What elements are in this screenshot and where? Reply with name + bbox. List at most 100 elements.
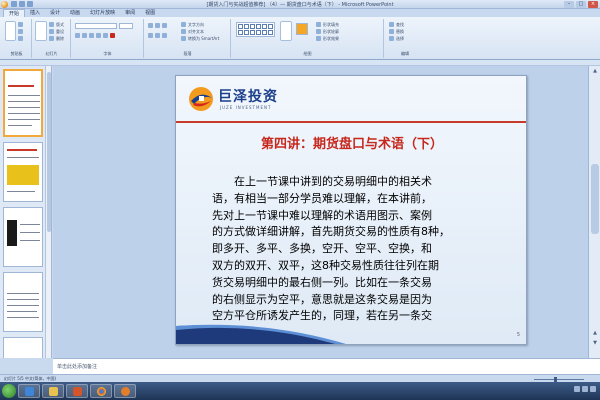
shape-icon[interactable]: [268, 30, 273, 35]
taskbar-folder-button[interactable]: [42, 384, 64, 398]
shape-effects-button[interactable]: 形状效果: [316, 36, 339, 41]
body-line: 双方的双开、双平，这8种交易性质往往列在期: [212, 258, 439, 272]
shape-icon[interactable]: [256, 24, 261, 29]
find-button[interactable]: 查找: [389, 22, 404, 27]
text-direction-button[interactable]: 文字方向: [181, 22, 204, 27]
prev-slide-icon[interactable]: ▲: [591, 330, 599, 338]
align-center-icon[interactable]: [155, 33, 160, 38]
smartart-button[interactable]: 转换为 SmartArt: [181, 36, 219, 41]
slide-canvas[interactable]: 巨泽投资 JUZE INVESTMENT 第四讲：期货盘口与术语（下） 在上一节…: [175, 75, 527, 345]
shape-fill-label: 形状填充: [323, 21, 339, 27]
reset-label: 重设: [56, 28, 64, 34]
font-name-select[interactable]: [75, 23, 117, 29]
tab-design[interactable]: 设计: [45, 9, 65, 17]
thumb-text-line: [8, 113, 40, 114]
slide-thumbnail[interactable]: [3, 69, 43, 137]
tab-insert[interactable]: 插入: [25, 9, 45, 17]
quick-styles-button[interactable]: [296, 23, 308, 35]
cut-button[interactable]: [18, 22, 23, 27]
maximize-button[interactable]: □: [576, 1, 586, 8]
body-line: 语，有相当一部分学员难以理解，在本讲前，: [212, 191, 432, 205]
shape-icon[interactable]: [244, 24, 249, 29]
scroll-up-icon[interactable]: ▲: [591, 68, 599, 76]
italic-icon[interactable]: [82, 33, 87, 38]
slide-page-number: 5: [516, 332, 520, 338]
bullets-icon[interactable]: [148, 23, 153, 28]
shape-icon[interactable]: [262, 30, 267, 35]
indent-icon[interactable]: [162, 23, 167, 28]
next-slide-icon[interactable]: ▼: [591, 340, 599, 348]
font-color-icon[interactable]: [110, 33, 115, 38]
align-left-icon[interactable]: [148, 33, 153, 38]
slide-title[interactable]: 第四讲：期货盘口与术语（下）: [176, 133, 526, 152]
shape-fill-button[interactable]: 形状填充: [316, 22, 339, 27]
tray-icon[interactable]: [574, 386, 580, 392]
start-orb-icon[interactable]: [2, 384, 16, 398]
align-text-button[interactable]: 对齐文本: [181, 29, 204, 34]
shapes-gallery[interactable]: [236, 22, 275, 37]
taskbar-chrome-button[interactable]: [90, 384, 112, 398]
office-button-icon[interactable]: [1, 1, 8, 8]
find-label: 查找: [396, 21, 404, 27]
tab-review[interactable]: 审阅: [120, 9, 140, 17]
close-button[interactable]: ×: [588, 1, 598, 8]
tab-home[interactable]: 开始: [3, 9, 26, 17]
font-size-select[interactable]: [119, 23, 133, 29]
tray-icon[interactable]: [590, 386, 596, 392]
shape-icon[interactable]: [238, 24, 243, 29]
taskbar-ie-button[interactable]: [18, 384, 40, 398]
shape-icon[interactable]: [244, 30, 249, 35]
workspace-scroll-thumb[interactable]: [591, 164, 599, 234]
numbering-icon[interactable]: [155, 23, 160, 28]
tray-icon[interactable]: [582, 386, 588, 392]
binoculars-icon: [389, 22, 394, 27]
tab-view[interactable]: 视图: [140, 9, 160, 17]
minimize-button[interactable]: –: [564, 1, 574, 8]
bold-icon[interactable]: [75, 33, 80, 38]
strikethrough-icon[interactable]: [96, 33, 101, 38]
shape-icon[interactable]: [238, 30, 243, 35]
shape-icon[interactable]: [268, 24, 273, 29]
notes-pane[interactable]: 单击此处添加备注: [53, 358, 600, 374]
tab-slideshow[interactable]: 幻灯片放映: [85, 9, 120, 17]
new-slide-button[interactable]: [35, 21, 47, 41]
align-text-label: 对齐文本: [188, 28, 204, 34]
workspace-scrollbar[interactable]: ▲ ▲ ▼: [588, 66, 600, 358]
select-button[interactable]: 选择: [389, 36, 404, 41]
shape-icon[interactable]: [262, 24, 267, 29]
align-text-icon: [181, 29, 186, 34]
shape-icon[interactable]: [250, 30, 255, 35]
slides-group-label: 幻灯片: [45, 51, 58, 56]
underline-icon[interactable]: [89, 33, 94, 38]
taskbar-powerpoint-button[interactable]: [66, 384, 88, 398]
shape-icon[interactable]: [250, 24, 255, 29]
slide-thumbnail[interactable]: [3, 272, 43, 332]
slide-thumbnail[interactable]: [3, 142, 43, 202]
replace-label: 替换: [396, 28, 404, 34]
drawing-group-label: 绘图: [303, 51, 312, 56]
format-painter-button[interactable]: [18, 36, 23, 41]
taskbar-media-button[interactable]: [114, 384, 136, 398]
layout-button[interactable]: 版式: [49, 22, 64, 27]
replace-button[interactable]: 替换: [389, 29, 404, 34]
slide-thumbnail[interactable]: [3, 207, 43, 267]
tab-animations[interactable]: 动画: [65, 9, 85, 17]
thumbnail-scrollbar[interactable]: [45, 66, 51, 358]
shape-outline-button[interactable]: 形状轮廓: [316, 29, 339, 34]
slide-body-text[interactable]: 在上一节课中讲到的交易明细中的相关术 语，有相当一部分学员难以理解，在本讲前， …: [212, 174, 495, 325]
undo-icon[interactable]: [19, 1, 25, 7]
thumbnail-scroll-thumb[interactable]: [47, 72, 51, 232]
reset-button[interactable]: 重设: [49, 29, 64, 34]
align-right-icon[interactable]: [162, 33, 167, 38]
redo-icon[interactable]: [27, 1, 33, 7]
copy-button[interactable]: [18, 29, 23, 34]
shadow-icon[interactable]: [103, 33, 108, 38]
save-icon[interactable]: [11, 1, 17, 7]
paint-bucket-icon: [316, 22, 321, 27]
delete-button[interactable]: 删除: [49, 36, 64, 41]
shape-icon[interactable]: [256, 30, 261, 35]
arrange-button[interactable]: [280, 21, 292, 41]
paste-button[interactable]: [5, 21, 16, 41]
slide-thumbnail[interactable]: [3, 337, 43, 358]
system-tray: [574, 386, 596, 392]
